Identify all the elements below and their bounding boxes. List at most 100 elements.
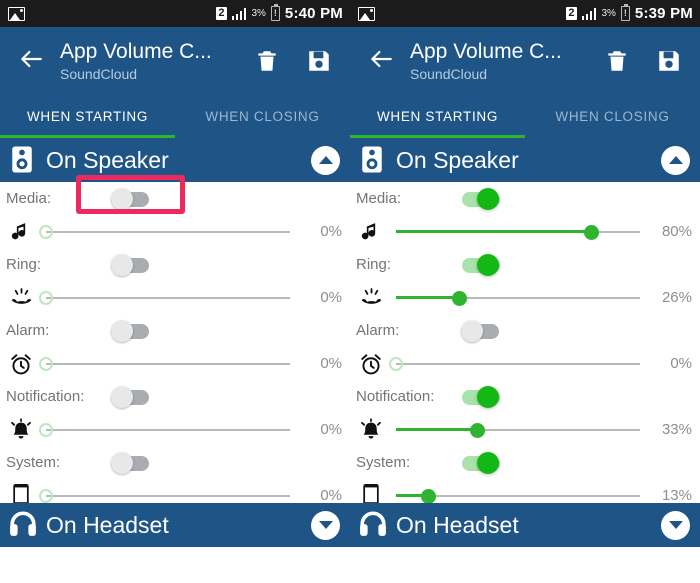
back-arrow-icon[interactable] xyxy=(14,46,48,77)
slider-fill xyxy=(396,295,460,299)
tab-when-starting[interactable]: WHEN STARTING xyxy=(0,95,175,138)
sim-badge: 2 xyxy=(565,7,577,20)
sim-badge: 2 xyxy=(215,7,227,20)
stream-toggle[interactable] xyxy=(461,451,513,474)
slider-thumb[interactable] xyxy=(39,422,53,437)
volume-slider[interactable] xyxy=(39,284,290,312)
slider-thumb[interactable] xyxy=(452,290,468,306)
toggle-thumb xyxy=(461,319,483,342)
stream-toggle[interactable] xyxy=(111,451,163,474)
stream-label: Ring: xyxy=(356,256,392,273)
volume-percent-label: 0% xyxy=(320,421,342,438)
volume-percent-label: 0% xyxy=(320,355,342,372)
tab-when-closing[interactable]: WHEN CLOSING xyxy=(525,95,700,138)
clock-label: 5:40 PM xyxy=(284,5,343,22)
slider-track xyxy=(46,362,290,365)
tab-when-closing[interactable]: WHEN CLOSING xyxy=(175,95,350,138)
slider-thumb[interactable] xyxy=(39,356,53,371)
page-title: App Volume C... xyxy=(410,39,562,63)
stream-toggle[interactable] xyxy=(111,319,163,342)
slider-thumb[interactable] xyxy=(389,356,403,371)
headset-icon xyxy=(359,510,387,540)
tab-label: WHEN CLOSING xyxy=(555,109,670,124)
trash-icon[interactable] xyxy=(604,48,630,74)
signal-icon xyxy=(581,7,597,20)
stream-toggle[interactable] xyxy=(111,385,163,408)
slider-track xyxy=(46,428,290,431)
slider-thumb[interactable] xyxy=(469,422,485,438)
section-title: On Headset xyxy=(46,511,169,538)
chevron-up-icon[interactable] xyxy=(311,145,340,175)
volume-percent-label: 26% xyxy=(661,289,692,306)
slider-thumb[interactable] xyxy=(39,290,53,305)
tab-when-starting[interactable]: WHEN STARTING xyxy=(350,95,525,138)
stream-toggle[interactable] xyxy=(461,319,513,342)
stream-label: Notification: xyxy=(6,388,85,405)
volume-percent-label: 0% xyxy=(320,289,342,306)
volume-slider[interactable] xyxy=(396,284,640,312)
volume-slider[interactable] xyxy=(39,350,290,378)
volume-percent-label: 0% xyxy=(320,223,342,240)
volume-slider[interactable] xyxy=(396,218,640,246)
back-arrow-icon[interactable] xyxy=(364,46,398,77)
app-bar: App Volume C... SoundCloud xyxy=(350,27,700,95)
photo-icon xyxy=(358,6,375,21)
section-header-on-headset[interactable]: On Headset xyxy=(0,503,350,547)
app-bar-actions xyxy=(254,48,338,74)
save-disk-icon[interactable] xyxy=(306,48,332,74)
clock-label: 5:39 PM xyxy=(634,5,693,22)
trash-icon[interactable] xyxy=(254,48,280,74)
volume-slider[interactable] xyxy=(39,218,290,246)
app-bar-actions xyxy=(604,48,688,74)
music-note-icon xyxy=(356,218,386,246)
chevron-up-icon[interactable] xyxy=(661,145,690,175)
volume-slider[interactable] xyxy=(396,416,640,444)
stream-toggle[interactable] xyxy=(111,253,163,276)
app-subtitle: SoundCloud xyxy=(410,65,488,82)
stream-label: Alarm: xyxy=(6,322,50,339)
slider-fill xyxy=(396,229,592,233)
stream-toggle[interactable] xyxy=(461,187,513,210)
toggle-thumb xyxy=(477,451,499,474)
status-bar: 2 3%! 5:39 PM xyxy=(350,0,700,27)
stream-label: Alarm: xyxy=(356,322,400,339)
battery-alert-icon: ! xyxy=(620,3,630,21)
volume-row: Media: 0% xyxy=(0,182,350,248)
slider-thumb[interactable] xyxy=(39,224,53,239)
toggle-thumb xyxy=(477,385,499,408)
toggle-thumb xyxy=(111,187,133,210)
speaker-icon xyxy=(359,145,387,175)
chevron-down-icon[interactable] xyxy=(661,510,690,540)
save-disk-icon[interactable] xyxy=(656,48,682,74)
slider-fill xyxy=(396,427,477,431)
volume-slider[interactable] xyxy=(39,416,290,444)
stream-toggle[interactable] xyxy=(461,385,513,408)
stream-toggle[interactable] xyxy=(111,187,163,210)
section-header-on-speaker[interactable]: On Speaker xyxy=(0,138,350,182)
slider-thumb[interactable] xyxy=(39,488,53,503)
stream-label: System: xyxy=(6,454,61,471)
stream-label: Notification: xyxy=(356,388,435,405)
chevron-down-icon[interactable] xyxy=(311,510,340,540)
phone-screen-2: 2 3%! 5:39 PM App Volume C... SoundCloud WHEN… xyxy=(350,0,700,583)
tab-bar: WHEN STARTING WHEN CLOSING xyxy=(350,95,700,138)
volume-slider[interactable] xyxy=(389,350,640,378)
tab-label: WHEN STARTING xyxy=(376,109,499,124)
app-bar-titles: App Volume C... SoundCloud xyxy=(48,40,254,83)
slider-thumb[interactable] xyxy=(584,224,600,240)
volume-stream-list: Media: 0% Ring: 0% Alarm: 0% Notification: 0% Sy… xyxy=(0,182,350,512)
status-bar: 2 3%! 5:40 PM xyxy=(0,0,350,27)
battery-percent-label: 3% xyxy=(601,8,616,19)
toggle-thumb xyxy=(111,385,133,408)
section-header-on-headset[interactable]: On Headset xyxy=(350,503,700,547)
volume-row: Notification: 0% xyxy=(0,380,350,446)
notification-bell-icon xyxy=(6,416,36,444)
section-header-on-speaker[interactable]: On Speaker xyxy=(350,138,700,182)
stream-label: Ring: xyxy=(6,256,42,273)
slider-thumb[interactable] xyxy=(420,488,436,504)
stream-label: System: xyxy=(356,454,411,471)
tab-bar: WHEN STARTING WHEN CLOSING xyxy=(0,95,350,138)
app-bar: App Volume C... SoundCloud xyxy=(0,27,350,95)
stream-toggle[interactable] xyxy=(461,253,513,276)
slider-track xyxy=(46,296,290,299)
